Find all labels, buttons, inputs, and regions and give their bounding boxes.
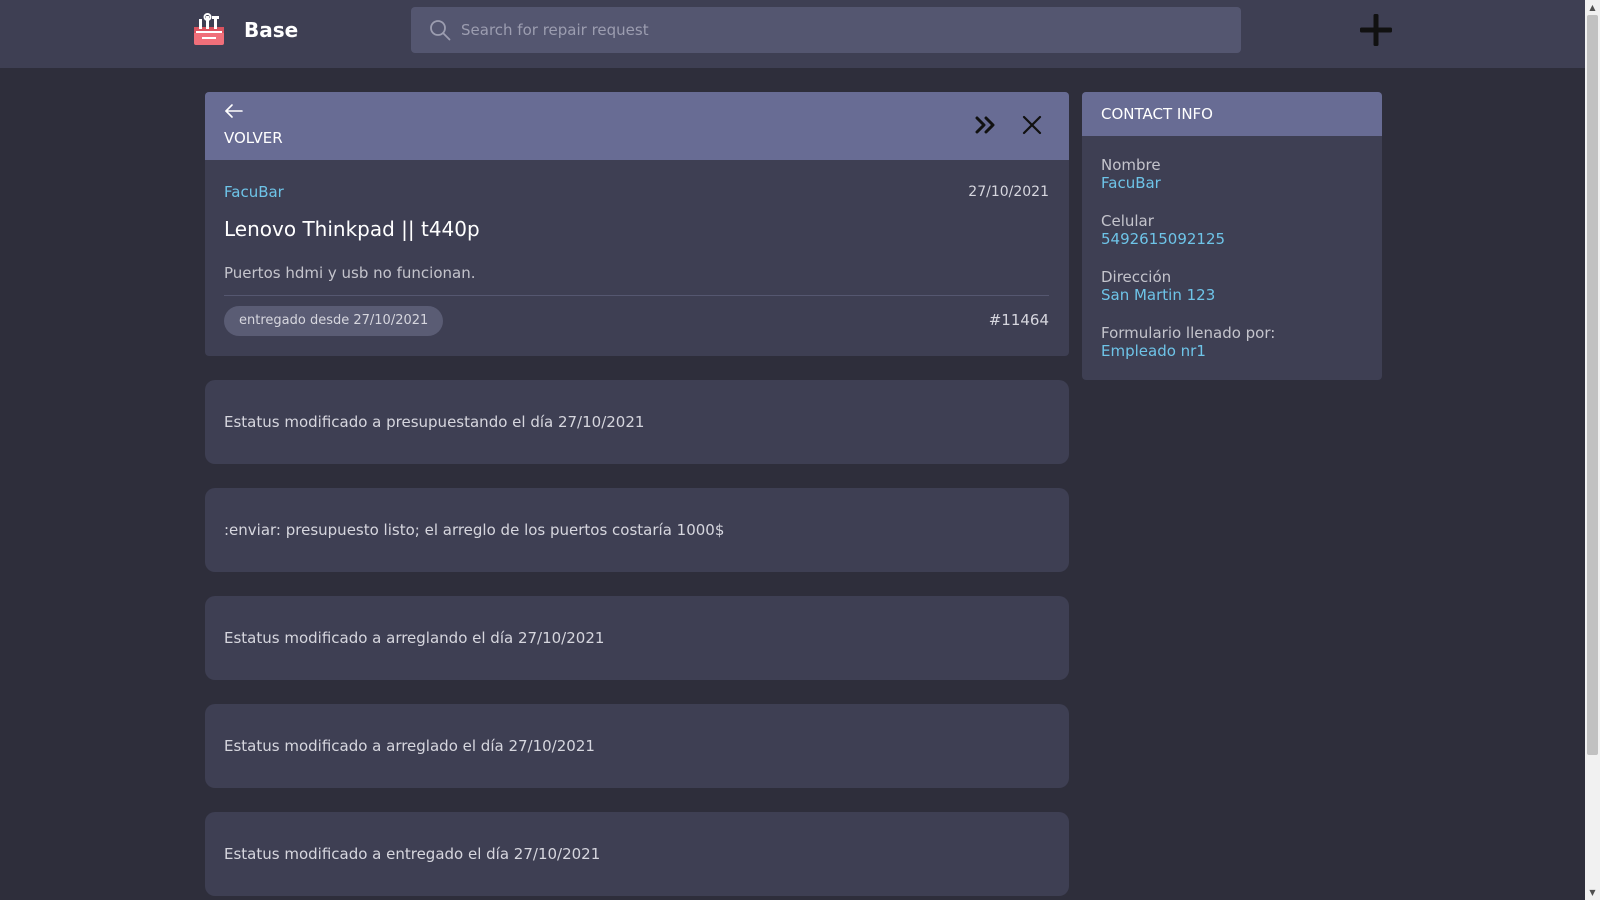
timeline-entry: :enviar: presupuesto listo; el arreglo d… [205,488,1069,572]
page-scrollbar[interactable]: ▲ ▼ [1585,0,1600,900]
double-chevron-right-icon[interactable] [973,114,997,136]
scroll-down-arrow-icon[interactable]: ▼ [1585,885,1600,900]
ticket-id: #11464 [988,311,1049,329]
timeline-entry-text: :enviar: presupuesto listo; el arreglo d… [224,521,725,539]
search-input[interactable] [461,7,1221,53]
scroll-up-arrow-icon[interactable]: ▲ [1585,0,1600,15]
close-icon[interactable] [1022,115,1042,135]
search-bar[interactable] [411,7,1241,53]
brand-name[interactable]: Base [244,18,298,42]
timeline-entry-text: Estatus modificado a arreglando el día 2… [224,629,605,647]
divider [224,295,1049,296]
repair-detail-card: VOLVER FacuBar 27/10/2021 Lenovo Thinkpa… [205,92,1069,356]
timeline-entry: Estatus modificado a presupuestando el d… [205,380,1069,464]
phone-value[interactable]: 5492615092125 [1101,230,1225,248]
top-navbar: Base [0,0,1585,68]
timeline-entry-text: Estatus modificado a entregado el día 27… [224,845,601,863]
timeline-entry: Estatus modificado a entregado el día 27… [205,812,1069,896]
contact-info-card: CONTACT INFO Nombre FacuBar Celular 5492… [1082,92,1382,380]
issue-description: Puertos hdmi y usb no funcionan. [224,264,476,282]
address-value[interactable]: San Martin 123 [1101,286,1215,304]
name-value[interactable]: FacuBar [1101,174,1161,192]
search-icon [430,20,451,41]
toolbox-logo-icon[interactable] [192,13,226,47]
filled-by-label: Formulario llenado por: [1101,324,1276,342]
back-button[interactable]: VOLVER [224,129,283,147]
plus-icon[interactable] [1358,12,1394,48]
contact-card-header: CONTACT INFO [1082,92,1382,136]
contact-title: CONTACT INFO [1101,105,1213,123]
request-date: 27/10/2021 [968,184,1049,200]
scroll-thumb[interactable] [1587,15,1598,755]
device-title: Lenovo Thinkpad || t440p [224,217,480,241]
arrow-left-icon[interactable] [224,102,244,120]
name-label: Nombre [1101,156,1161,174]
detail-card-header: VOLVER [205,92,1069,160]
timeline-entry-text: Estatus modificado a arreglado el día 27… [224,737,595,755]
timeline-entry: Estatus modificado a arreglado el día 27… [205,704,1069,788]
timeline-entry-text: Estatus modificado a presupuestando el d… [224,413,645,431]
filled-by-value[interactable]: Empleado nr1 [1101,342,1206,360]
phone-label: Celular [1101,212,1154,230]
status-badge: entregado desde 27/10/2021 [224,306,444,336]
customer-link[interactable]: FacuBar [224,183,284,201]
timeline-entry: Estatus modificado a arreglando el día 2… [205,596,1069,680]
address-label: Dirección [1101,268,1172,286]
